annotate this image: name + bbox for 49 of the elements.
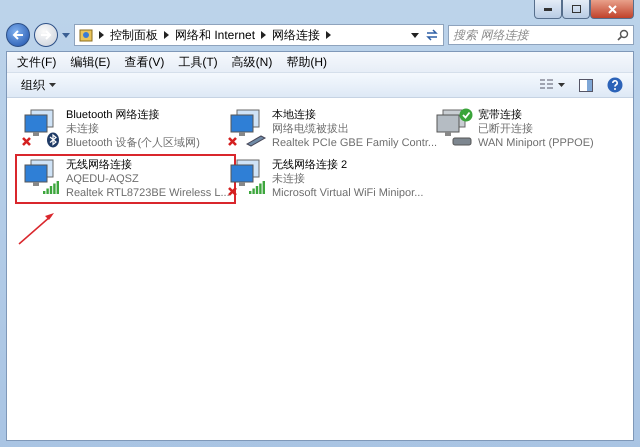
adapter-name: Realtek PCIe GBE Family Contr... [272,136,438,150]
help-icon[interactable] [607,77,623,93]
connection-name[interactable]: Bluetooth 网络连接 [66,108,200,122]
minimize-button[interactable] [534,0,562,19]
connection-name[interactable]: 宽带连接 [478,108,594,122]
back-arrow-icon [12,30,24,40]
forward-button[interactable] [34,23,58,47]
breadcrumb-arrow-icon[interactable] [99,31,104,39]
adapter-name: WAN Miniport (PPPOE) [478,136,594,150]
adapter-name: Realtek RTL8723BE Wireless L... [66,186,230,200]
menu-item[interactable]: 工具(T) [172,54,224,70]
connection-status: 网络电缆被拔出 [272,122,350,136]
menu-item[interactable]: 编辑(E) [64,54,116,70]
network-folder-icon [79,28,93,42]
organize-button[interactable]: 组织 [17,76,60,94]
connection-name[interactable]: 本地连接 [272,108,438,122]
close-icon [608,4,616,14]
refresh-icon[interactable] [425,29,439,41]
menu-item[interactable]: 文件(F) [11,54,62,70]
breadcrumb-item[interactable]: 控制面板 [110,26,158,44]
menu-item[interactable]: 高级(N) [226,54,278,70]
adapter-name: Microsoft Virtual WiFi Minipor... [272,186,424,200]
menu-item[interactable]: 查看(V) [118,54,170,70]
breadcrumb-arrow-icon[interactable] [164,31,169,39]
breadcrumb-arrow-icon[interactable] [326,31,332,39]
connection-name[interactable]: 无线网络连接 2 [272,158,424,172]
connection-status: 未连接 [272,172,306,186]
address-bar[interactable]: 控制面板 网络和 Internet 网络连接 [74,24,444,46]
breadcrumb-item[interactable]: 网络和 Internet [175,26,256,44]
maximize-button[interactable] [562,0,590,19]
search-icon [617,29,629,41]
forward-arrow-icon [40,30,52,40]
maximize-icon [572,5,580,13]
preview-pane-icon[interactable] [579,78,593,92]
breadcrumb-item[interactable]: 网络连接 [272,26,320,44]
adapter-name: Bluetooth 设备(个人区域网) [66,136,200,150]
connection-status: AQEDU-AQSZ [66,172,140,186]
dropdown-caret-icon[interactable] [411,32,419,38]
breadcrumb-arrow-icon[interactable] [261,31,266,39]
close-button[interactable] [590,0,634,19]
back-button[interactable] [6,23,30,47]
caret-icon [49,83,56,87]
connection-status: 已断开连接 [478,122,534,136]
minimize-icon [544,8,552,10]
search-field[interactable]: 搜索 网络连接 [448,25,634,45]
connection-status: 未连接 [66,122,100,136]
menu-item[interactable]: 帮助(H) [280,54,333,70]
arrow-annotation [18,213,54,245]
connection-name[interactable]: 无线网络连接 [66,158,230,172]
